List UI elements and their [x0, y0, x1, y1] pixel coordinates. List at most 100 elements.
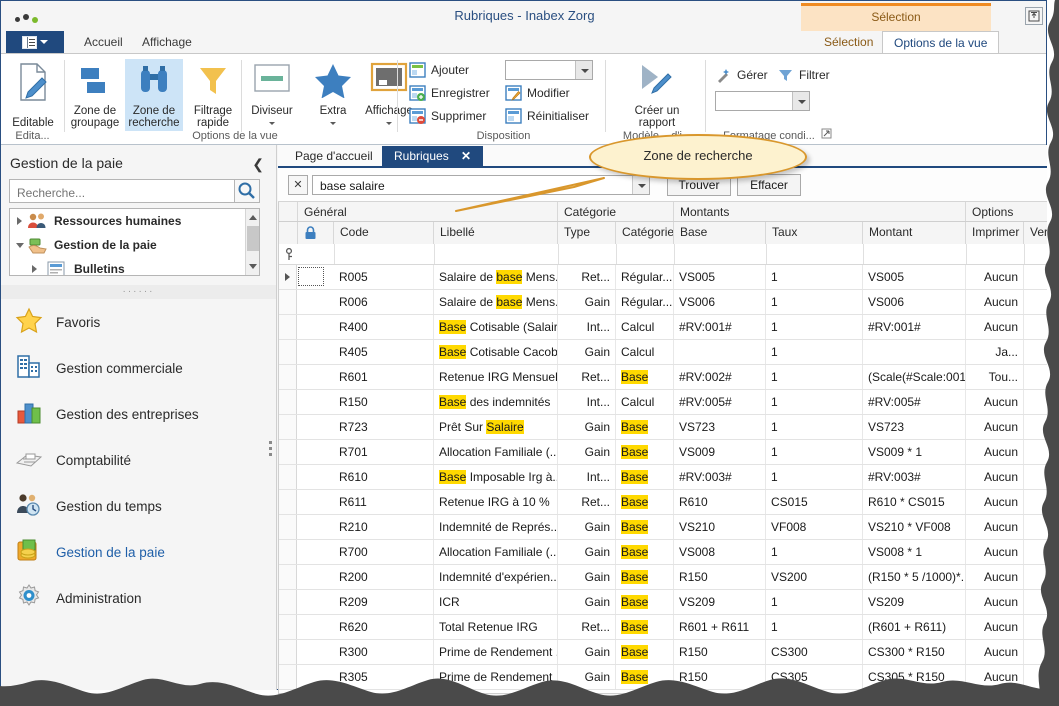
chevron-right-icon[interactable]	[32, 265, 37, 273]
cell-ver[interactable]	[1024, 340, 1047, 364]
cell-code[interactable]: R300	[334, 640, 434, 664]
search-icon[interactable]	[234, 179, 260, 203]
cell-type[interactable]: Int...	[558, 315, 616, 339]
cell-ver[interactable]	[1024, 265, 1047, 289]
cell-categorie[interactable]: Base	[616, 640, 674, 664]
cell-type[interactable]: Gain	[558, 565, 616, 589]
cell-imprimer[interactable]: Aucun	[966, 315, 1024, 339]
cell-libelle[interactable]: Prime de Rendement ...	[434, 640, 558, 664]
cell-taux[interactable]: 1	[766, 615, 863, 639]
button-filtrage-rapide[interactable]: Filtrage rapide	[184, 59, 242, 131]
conditional-format-combo[interactable]	[715, 91, 810, 111]
cell-categorie[interactable]: Base	[616, 565, 674, 589]
table-row[interactable]: R601 Retenue IRG Mensuel Ret... Base #RV:002…	[279, 365, 1047, 390]
cell-type[interactable]: Gain	[558, 590, 616, 614]
cell-libelle[interactable]: Allocation Familiale (...	[434, 540, 558, 564]
cell-ver[interactable]	[1024, 640, 1047, 664]
cell-montant[interactable]: #RV:001#	[863, 315, 966, 339]
cell-montant[interactable]: (R150 * 5 /1000)*...	[863, 565, 966, 589]
cell-taux[interactable]: 1	[766, 540, 863, 564]
cell-ver[interactable]	[1024, 440, 1047, 464]
chevron-left-icon[interactable]: ❮	[252, 156, 264, 173]
cell-code[interactable]: R210	[334, 515, 434, 539]
cell-type[interactable]: Gain	[558, 340, 616, 364]
button-diviseur[interactable]: Diviseur	[243, 59, 301, 131]
band-montants[interactable]: Montants	[674, 202, 966, 221]
cell-base[interactable]: #RV:001#	[674, 315, 766, 339]
cell-base[interactable]: VS008	[674, 540, 766, 564]
cell-libelle[interactable]: Retenue IRG Mensuel	[434, 365, 558, 389]
table-row[interactable]: R400 Base Cotisable (Salair... Int... Calcu…	[279, 315, 1047, 340]
header-lock[interactable]	[298, 222, 334, 244]
scroll-thumb[interactable]	[247, 226, 259, 251]
button-extra[interactable]: Extra	[304, 59, 362, 131]
cell-type[interactable]: Gain	[558, 665, 616, 689]
chevron-down-icon[interactable]	[330, 122, 336, 125]
cell-ver[interactable]	[1024, 315, 1047, 339]
cell-code[interactable]: R200	[334, 565, 434, 589]
scroll-down-icon[interactable]	[249, 264, 257, 269]
cell-imprimer[interactable]: Ja...	[966, 340, 1024, 364]
cell-base[interactable]: VS009	[674, 440, 766, 464]
button-editable[interactable]: Editable	[4, 59, 62, 131]
cell-ver[interactable]	[1024, 390, 1047, 414]
cell-imprimer[interactable]: Aucun	[966, 490, 1024, 514]
cell-type[interactable]: Gain	[558, 415, 616, 439]
cell-taux[interactable]: 1	[766, 440, 863, 464]
cell-base[interactable]	[674, 340, 766, 364]
header-taux[interactable]: Taux	[766, 222, 863, 244]
chevron-down-icon[interactable]	[269, 122, 275, 125]
table-row[interactable]: R300 Prime de Rendement ... Gain Base R150 CS…	[279, 640, 1047, 665]
button-reinitialiser[interactable]: Réinitialiser	[505, 106, 589, 127]
layout-combo[interactable]	[505, 60, 593, 80]
header-code[interactable]: Code	[334, 222, 434, 244]
cell-libelle[interactable]: Allocation Familiale (...	[434, 440, 558, 464]
cell-libelle[interactable]: Retenue IRG à 10 %	[434, 490, 558, 514]
cell-libelle[interactable]: ICR	[434, 590, 558, 614]
header-montant[interactable]: Montant	[863, 222, 966, 244]
tab-rubriques[interactable]: Rubriques ✕	[382, 146, 484, 168]
header-type[interactable]: Type	[558, 222, 616, 244]
dialog-launcher-icon[interactable]	[821, 128, 832, 139]
cell-base[interactable]: #RV:002#	[674, 365, 766, 389]
cell-imprimer[interactable]: Aucun	[966, 590, 1024, 614]
sidebar-item-gestion-des-entreprises[interactable]: Gestion des entreprises	[1, 391, 276, 437]
cell-categorie[interactable]: Régular...	[616, 265, 674, 289]
cell-base[interactable]: VS006	[674, 290, 766, 314]
cell-taux[interactable]: VS200	[766, 565, 863, 589]
tab-affichage[interactable]: Affichage	[131, 31, 203, 53]
focus-cell[interactable]	[298, 267, 324, 286]
tab-page-daccueil[interactable]: Page d'accueil	[283, 146, 385, 168]
table-row[interactable]: R005Salaire de base Mens...Ret...Régular…	[279, 265, 1047, 290]
cell-imprimer[interactable]: Aucun	[966, 515, 1024, 539]
cell-montant[interactable]: #RV:003#	[863, 465, 966, 489]
cell-code[interactable]: R700	[334, 540, 434, 564]
cell-imprimer[interactable]: Aucun	[966, 665, 1024, 689]
button-zone-de-groupage[interactable]: Zone de groupage	[66, 59, 124, 131]
sidebar-item-gestion-de-la-paie-module[interactable]: Gestion de la paie	[1, 529, 276, 575]
cell-libelle[interactable]: Indemnité de Représ...	[434, 515, 558, 539]
cell-categorie[interactable]: Calcul	[616, 340, 674, 364]
cell-code[interactable]: R611	[334, 490, 434, 514]
ribbon-pin-button[interactable]	[1025, 7, 1043, 25]
search-input[interactable]	[15, 183, 224, 202]
cell-imprimer[interactable]: Aucun	[966, 540, 1024, 564]
chevron-right-icon[interactable]	[17, 217, 22, 225]
cell-type[interactable]: Int...	[558, 390, 616, 414]
cell-code[interactable]: R006	[334, 290, 434, 314]
header-libelle[interactable]: Libellé	[434, 222, 558, 244]
cell-code[interactable]: R209	[334, 590, 434, 614]
cell-montant[interactable]: VS723	[863, 415, 966, 439]
button-zone-de-recherche[interactable]: Zone de recherche	[125, 59, 183, 131]
cell-libelle[interactable]: Base Cotisable (Salair...	[434, 315, 558, 339]
cell-categorie[interactable]: Base	[616, 490, 674, 514]
cell-code[interactable]: R405	[334, 340, 434, 364]
sidebar-options-dots[interactable]	[269, 441, 272, 456]
clear-search-icon[interactable]: ✕	[288, 175, 308, 195]
cell-imprimer[interactable]: Aucun	[966, 640, 1024, 664]
cell-categorie[interactable]: Régular...	[616, 290, 674, 314]
cell-montant[interactable]: VS210 * VF008	[863, 515, 966, 539]
sidebar-item-ressources-humaines[interactable]: Ressources humaines	[10, 209, 259, 233]
chevron-down-icon[interactable]	[792, 92, 809, 110]
cell-type[interactable]: Ret...	[558, 615, 616, 639]
